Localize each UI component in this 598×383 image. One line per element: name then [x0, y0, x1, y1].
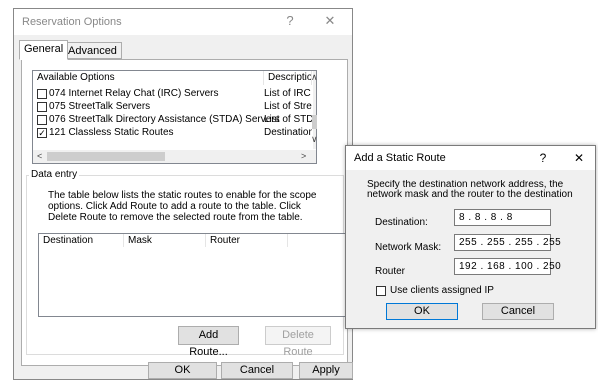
data-entry-description: The table below lists the static routes …	[48, 190, 338, 223]
close-icon[interactable]: ✕	[320, 13, 340, 29]
tab-advanced[interactable]: Advanced	[63, 42, 122, 59]
option-label: 074 Internet Relay Chat (IRC) Servers	[49, 88, 219, 99]
reservation-options-dialog: Reservation Options ? ✕ General Advanced…	[13, 8, 353, 380]
delete-route-button[interactable]: Delete Route	[265, 326, 331, 358]
column-header-router[interactable]: Router	[206, 234, 288, 247]
option-description: List of STDA	[264, 114, 312, 125]
column-header-mask[interactable]: Mask	[124, 234, 206, 247]
scroll-up-icon[interactable]: ∧	[311, 72, 318, 83]
description-line: Delete Route to remove the selected rout…	[48, 212, 303, 223]
list-item[interactable]: 076 StreetTalk Directory Assistance (STD…	[33, 113, 312, 126]
vertical-scroll-thumb[interactable]	[312, 115, 317, 129]
apply-button[interactable]: Apply	[299, 362, 353, 379]
column-header-destination[interactable]: Destination	[39, 234, 124, 247]
description-line: options. Click Add Route to add a route …	[48, 201, 301, 212]
add-static-route-dialog: Add a Static Route ? ✕ Specify the desti…	[345, 145, 596, 329]
router-input[interactable]: 192 . 168 . 100 . 250	[454, 258, 561, 275]
use-clients-checkbox[interactable]	[376, 286, 386, 296]
horizontal-scroll-thumb[interactable]	[47, 152, 165, 161]
title-bar[interactable]: Add a Static Route ? ✕	[346, 146, 595, 170]
available-options-list[interactable]: Available Options Description 074 Intern…	[32, 70, 318, 164]
option-checkbox[interactable]	[37, 115, 47, 125]
network-mask-label: Network Mask:	[375, 242, 442, 253]
option-description: List of Stree	[264, 101, 312, 112]
data-entry-label: Data entry	[29, 169, 80, 180]
option-label: 075 StreetTalk Servers	[49, 101, 151, 112]
dialog-title: Add a Static Route	[354, 152, 446, 164]
option-description: Destination,	[264, 127, 312, 138]
option-checkbox-checked[interactable]: ✓	[37, 128, 47, 138]
static-routes-table[interactable]: Destination Mask Router	[38, 233, 346, 317]
column-header-available-options[interactable]: Available Options	[33, 71, 264, 85]
title-bar[interactable]: Reservation Options ? ✕	[14, 9, 352, 35]
option-label: 121 Classless Static Routes	[49, 127, 174, 138]
list-item[interactable]: 074 Internet Relay Chat (IRC) Servers Li…	[33, 87, 312, 100]
use-clients-label: Use clients assigned IP	[390, 285, 494, 296]
list-item[interactable]: 075 StreetTalk Servers List of Stree	[33, 100, 312, 113]
ok-button[interactable]: OK	[386, 303, 458, 320]
dialog-title: Reservation Options	[22, 16, 122, 28]
help-icon[interactable]: ?	[536, 151, 550, 165]
column-header-description[interactable]: Description	[264, 71, 312, 85]
general-tab-panel: Available Options Description 074 Intern…	[21, 59, 348, 366]
router-label: Router	[375, 266, 406, 277]
cancel-button[interactable]: Cancel	[482, 303, 554, 320]
column-header-blank[interactable]	[288, 234, 346, 247]
scroll-right-icon[interactable]: >	[301, 151, 306, 161]
scroll-down-icon[interactable]: ∨	[311, 134, 318, 145]
ok-button[interactable]: OK	[148, 362, 217, 379]
list-item[interactable]: ✓ 121 Classless Static Routes Destinatio…	[33, 126, 312, 139]
help-icon[interactable]: ?	[280, 13, 300, 29]
destination-label: Destination:	[375, 217, 428, 228]
scroll-left-icon[interactable]: <	[37, 151, 42, 161]
cancel-button[interactable]: Cancel	[221, 362, 293, 379]
instructions-text: Specify the destination network address,…	[367, 180, 592, 200]
close-icon[interactable]: ✕	[572, 151, 586, 165]
option-label: 076 StreetTalk Directory Assistance (STD…	[49, 114, 280, 125]
add-route-button[interactable]: Add Route...	[178, 326, 239, 358]
network-mask-input[interactable]: 255 . 255 . 255 . 255	[454, 234, 561, 251]
tab-general[interactable]: General	[19, 40, 69, 60]
destination-input[interactable]: 8 . 8 . 8 . 8	[454, 209, 551, 226]
option-description: List of IRC s	[264, 88, 312, 99]
option-checkbox[interactable]	[37, 89, 47, 99]
description-line: The table below lists the static routes …	[48, 190, 317, 201]
instruction-line: network mask and the router to the desti…	[367, 189, 573, 200]
option-checkbox[interactable]	[37, 102, 47, 112]
